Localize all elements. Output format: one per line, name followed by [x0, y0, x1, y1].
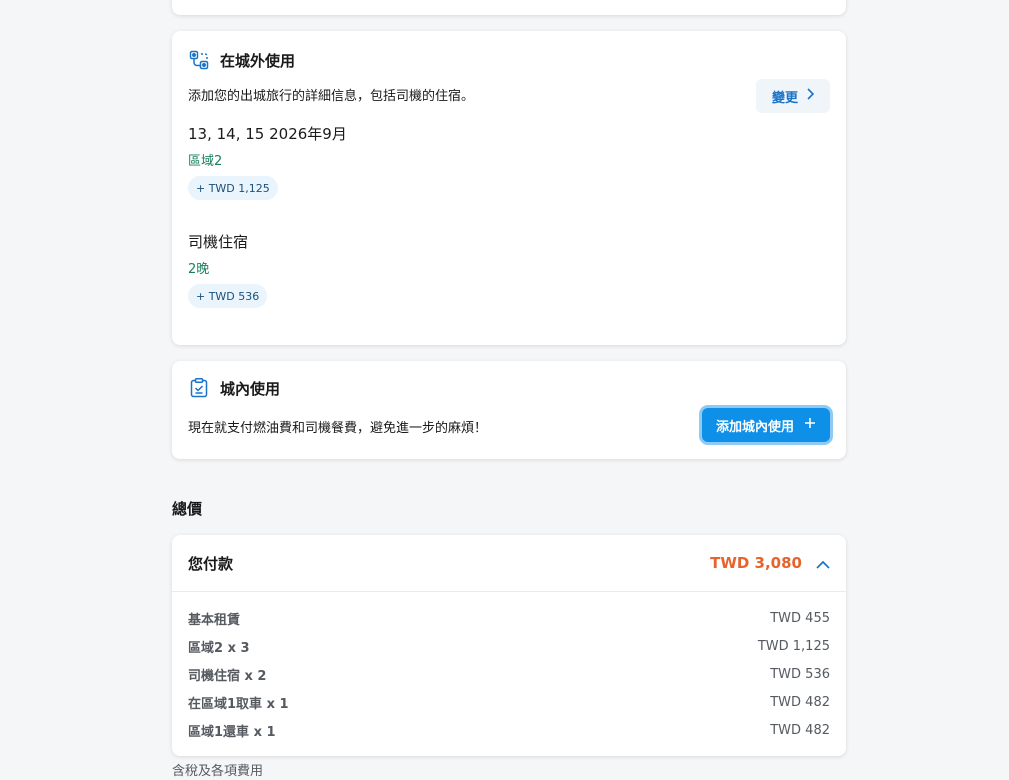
map-route-icon [188, 49, 210, 71]
change-button[interactable]: 變更 [756, 79, 830, 113]
price-line-item: 區域1還車 x 1 TWD 482 [188, 716, 830, 744]
price-line-item: 基本租賃 TWD 455 [188, 604, 830, 632]
chevron-up-icon[interactable] [816, 554, 830, 573]
trip-dates: 13, 14, 15 2026年9月 [188, 125, 347, 143]
change-button-label: 變更 [771, 90, 798, 106]
inside-city-card: 城內使用 現在就支付燃油費和司機餐費，避免進一步的麻煩！ 添加城內使用 [172, 361, 846, 459]
zone-label: 區域2 [188, 154, 223, 169]
plus-icon [804, 417, 816, 433]
price-item-value: TWD 482 [770, 694, 830, 710]
payment-card: 您付款 TWD 3,080 基本租賃 TWD 455 區域2 x 3 TWD 1… [172, 535, 846, 756]
add-inside-city-label: 添加城內使用 [715, 419, 794, 435]
zone-price-badge: + TWD 1,125 [188, 176, 278, 200]
you-pay-label: 您付款 [188, 554, 234, 573]
inside-city-description: 現在就支付燃油費和司機餐費，避免進一步的麻煩！ [188, 421, 488, 436]
payment-summary-toggle[interactable]: 您付款 TWD 3,080 [172, 535, 846, 592]
price-item-value: TWD 1,125 [757, 638, 830, 654]
outside-city-header: 在城外使用 [188, 49, 830, 71]
price-item-value: TWD 455 [770, 610, 830, 626]
outside-city-card: 在城外使用 添加您的出城旅行的詳細信息，包括司機的住宿。 變更 13, 14, … [172, 31, 846, 345]
inside-city-title: 城內使用 [220, 379, 281, 398]
tax-footnote: 含稅及各項費用 [172, 764, 264, 779]
inside-city-header: 城內使用 [188, 377, 830, 399]
outside-city-title: 在城外使用 [220, 51, 296, 70]
price-item-label: 區域2 x 3 [188, 640, 250, 656]
price-line-item: 司機住宿 x 2 TWD 536 [188, 660, 830, 688]
total-amount: TWD 3,080 [710, 554, 802, 572]
previous-card [172, 0, 846, 15]
clipboard-check-icon [188, 377, 210, 399]
price-item-value: TWD 536 [770, 666, 830, 682]
price-line-item: 在區域1取車 x 1 TWD 482 [188, 688, 830, 716]
driver-lodging-title: 司機住宿 [188, 233, 249, 251]
price-item-value: TWD 482 [770, 722, 830, 738]
price-item-label: 基本租賃 [188, 612, 241, 628]
total-price-heading: 總價 [172, 500, 203, 518]
outside-city-description: 添加您的出城旅行的詳細信息，包括司機的住宿。 [188, 89, 475, 104]
price-item-label: 司機住宿 x 2 [188, 668, 267, 684]
nights-label: 2晚 [188, 262, 210, 277]
price-item-label: 在區域1取車 x 1 [188, 696, 289, 712]
chevron-right-icon [806, 88, 815, 104]
price-line-item: 區域2 x 3 TWD 1,125 [188, 632, 830, 660]
lodging-price-badge: + TWD 536 [188, 284, 268, 308]
add-inside-city-button[interactable]: 添加城內使用 [702, 408, 830, 442]
price-item-label: 區域1還車 x 1 [188, 724, 276, 740]
price-breakdown: 基本租賃 TWD 455 區域2 x 3 TWD 1,125 司機住宿 x 2 … [172, 592, 846, 744]
